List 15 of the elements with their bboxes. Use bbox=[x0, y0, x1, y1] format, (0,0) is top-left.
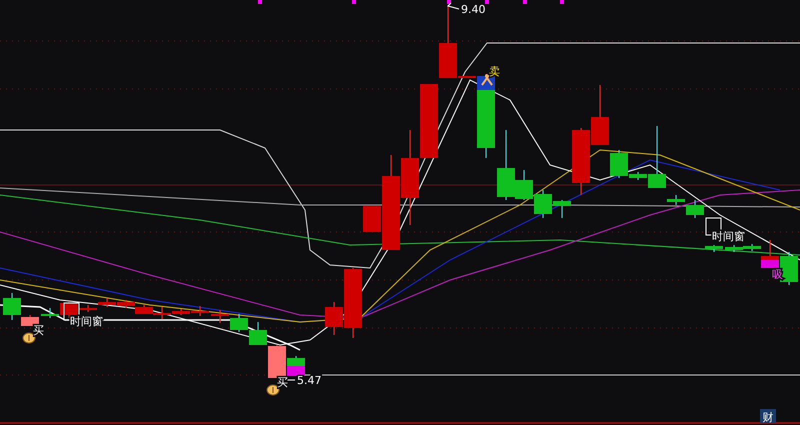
candlestick bbox=[591, 84, 609, 146]
finance-badge: 财 bbox=[760, 409, 776, 424]
candlestick bbox=[705, 244, 723, 252]
candlestick bbox=[98, 298, 116, 308]
candlestick bbox=[572, 128, 590, 196]
high-price-label: 9.40 bbox=[461, 3, 486, 16]
candlestick bbox=[211, 310, 229, 324]
buy-signal-label: 买 bbox=[33, 324, 44, 337]
candlestick bbox=[117, 300, 135, 308]
buy-signal-label: 买 bbox=[277, 376, 288, 389]
candlestick bbox=[249, 322, 267, 346]
candlestick bbox=[230, 314, 248, 332]
candlestick bbox=[135, 304, 153, 314]
low-price-label: 5.47 bbox=[297, 374, 322, 387]
sell-signal-label: 卖 bbox=[489, 65, 500, 78]
